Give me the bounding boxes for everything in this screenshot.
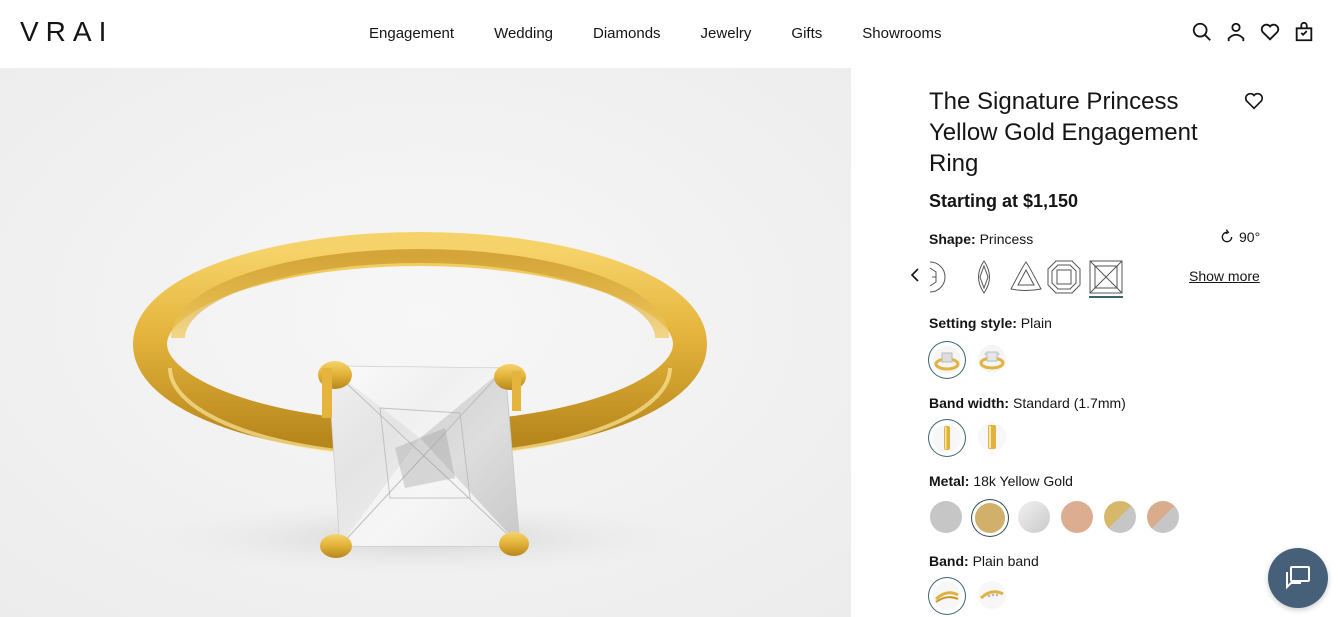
setting-label: Setting style: (929, 315, 1017, 331)
main-nav: Engagement Wedding Diamonds Jewelry Gift… (369, 24, 981, 44)
setting-label-row: Setting style: Plain (929, 314, 1052, 332)
band-width-label: Band width: (929, 395, 1010, 411)
band-width-label-row: Band width: Standard (1.7mm) (929, 394, 1126, 412)
metal-white-gold-option[interactable] (1017, 500, 1051, 534)
chat-button[interactable] (1268, 548, 1328, 608)
band-width-petite-option[interactable] (975, 420, 1009, 454)
product-image[interactable] (0, 68, 851, 617)
nav-wedding[interactable]: Wedding (494, 24, 553, 44)
rotate-degrees: 90° (1239, 229, 1261, 245)
shape-round[interactable] (929, 260, 963, 294)
metal-label: Metal: (929, 473, 970, 489)
product-title: The Signature Princess Yellow Gold Engag… (929, 88, 1198, 177)
header-icons (1191, 20, 1315, 44)
band-options (929, 578, 1009, 614)
shape-marquise[interactable] (967, 260, 1001, 294)
setting-halo-option[interactable] (975, 342, 1009, 376)
rotate-button[interactable]: 90° (1219, 229, 1260, 245)
show-more-shapes-link[interactable]: Show more (1189, 268, 1260, 284)
metal-value: 18k Yellow Gold (973, 473, 1073, 489)
band-width-standard-option[interactable] (929, 420, 965, 456)
metal-yellow-platinum-option[interactable] (1103, 500, 1137, 534)
band-plain-option[interactable] (929, 578, 965, 614)
band-width-value: Standard (1.7mm) (1013, 395, 1126, 411)
site-header: VRAI Engagement Wedding Diamonds Jewelry… (0, 0, 1339, 68)
setting-plain-option[interactable] (929, 342, 965, 378)
metal-yellow-gold-option[interactable] (972, 500, 1008, 536)
band-label-row: Band: Plain band (929, 552, 1039, 570)
wishlist-heart-icon[interactable] (1259, 20, 1281, 44)
metal-rose-gold-option[interactable] (1060, 500, 1094, 534)
product-details: The Signature Princess Yellow Gold Engag… (910, 68, 1279, 617)
nav-showrooms[interactable]: Showrooms (862, 24, 941, 44)
metal-label-row: Metal: 18k Yellow Gold (929, 472, 1073, 490)
shopping-bag-icon[interactable] (1293, 20, 1315, 44)
metal-options (929, 500, 1180, 536)
shape-trillion[interactable] (1009, 260, 1043, 294)
chevron-left-icon[interactable] (907, 265, 923, 285)
shape-selector: Show more (907, 256, 1267, 302)
ring-image (0, 68, 851, 617)
metal-rose-platinum-option[interactable] (1146, 500, 1180, 534)
band-width-options (929, 420, 1009, 456)
rotate-icon (1221, 229, 1233, 243)
shape-asscher[interactable] (1047, 260, 1081, 294)
favorite-heart-icon[interactable] (1243, 90, 1265, 112)
shape-label: Shape: (929, 231, 976, 247)
search-icon[interactable] (1191, 20, 1213, 44)
shape-princess[interactable] (1089, 260, 1123, 298)
shape-value: Princess (979, 231, 1034, 247)
setting-value: Plain (1020, 315, 1052, 331)
setting-options (929, 342, 1009, 378)
nav-gifts[interactable]: Gifts (791, 24, 822, 44)
product-price: Starting at $1,150 (929, 191, 1079, 211)
account-icon[interactable] (1225, 20, 1247, 44)
vrai-logo[interactable]: VRAI (20, 17, 113, 47)
band-value: Plain band (972, 553, 1039, 569)
shape-label-row: Shape: Princess (929, 230, 1033, 248)
band-pave-option[interactable] (975, 578, 1009, 612)
nav-engagement[interactable]: Engagement (369, 24, 454, 44)
band-label: Band: (929, 553, 969, 569)
chat-icon (1286, 566, 1310, 590)
nav-diamonds[interactable]: Diamonds (593, 24, 661, 44)
nav-jewelry[interactable]: Jewelry (701, 24, 752, 44)
metal-platinum-option[interactable] (929, 500, 963, 534)
